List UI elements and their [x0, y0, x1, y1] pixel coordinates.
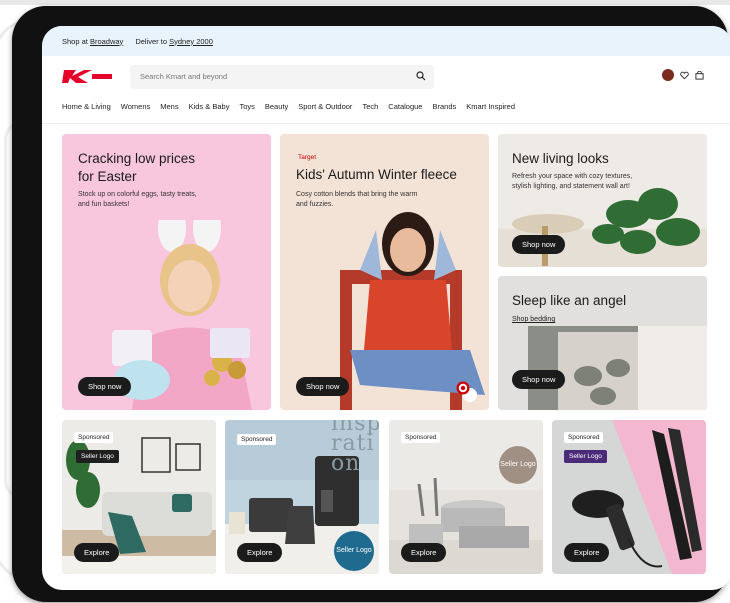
explore-button[interactable]: Explore: [401, 543, 447, 562]
nav-kmart-inspired[interactable]: Kmart Inspired: [466, 102, 515, 111]
nav-kids-baby[interactable]: Kids & Baby: [189, 102, 230, 111]
top-strip: [0, 0, 730, 5]
nav-womens[interactable]: Womens: [121, 102, 150, 111]
nav-tech[interactable]: Tech: [362, 102, 378, 111]
seller-logo[interactable]: Seller Logo: [499, 446, 537, 484]
seller-logo[interactable]: Seller Logo: [76, 450, 119, 463]
sleep-title: Sleep like an angel: [512, 293, 627, 308]
store-link[interactable]: Broadway: [90, 37, 123, 46]
bag-icon[interactable]: [695, 70, 704, 80]
deliver-to-label: Deliver to: [135, 36, 167, 46]
sponsored-card-cookware[interactable]: Sponsored Seller Logo Explore: [389, 420, 543, 574]
sponsored-card-hair-tools[interactable]: Sponsored Seller Logo Explore: [552, 420, 706, 574]
explore-button[interactable]: Explore: [564, 543, 610, 562]
sponsored-label: Sponsored: [74, 432, 114, 443]
tablet-frame: Shop at Broadway Deliver to Sydney 2000 …: [12, 6, 730, 602]
deliver-to[interactable]: Deliver to Sydney 2000: [135, 37, 213, 46]
shop-bedding-link[interactable]: Shop bedding: [512, 316, 555, 323]
target-brand-label: Target: [298, 154, 317, 161]
search-input[interactable]: Search Kmart and beyond: [130, 65, 434, 89]
sleep-shop-now-button[interactable]: Shop now: [512, 370, 566, 389]
nav-mens[interactable]: Mens: [160, 102, 178, 111]
account-avatar[interactable]: [662, 69, 674, 81]
easter-title: Cracking low prices for Easter: [78, 151, 196, 184]
easter-shop-now-button[interactable]: Shop now: [78, 377, 132, 396]
sponsored-card-living-room[interactable]: Sponsored Seller Logo Explore: [62, 420, 216, 574]
scene: Shop at Broadway Deliver to Sydney 2000 …: [0, 0, 730, 603]
category-nav: Home & Living Womens Mens Kids & Baby To…: [62, 102, 515, 111]
nav-home-living[interactable]: Home & Living: [62, 102, 111, 111]
fleece-description: Cosy cotton blends that bring the warm an…: [296, 191, 418, 208]
sleep-promo-card[interactable]: Sleep like an angel Shop bedding Shop no…: [498, 276, 707, 410]
living-shop-now-button[interactable]: Shop now: [512, 235, 566, 254]
seller-logo[interactable]: Seller Logo: [564, 450, 607, 463]
search-icon[interactable]: [416, 71, 426, 81]
tablet-screen: Shop at Broadway Deliver to Sydney 2000 …: [42, 26, 730, 590]
nav-catalogue[interactable]: Catalogue: [388, 102, 422, 111]
explore-button[interactable]: Explore: [237, 543, 283, 562]
target-bullseye-icon: [456, 381, 470, 395]
nav-sport-outdoor[interactable]: Sport & Outdoor: [298, 102, 352, 111]
nav-brands[interactable]: Brands: [432, 102, 456, 111]
header-icons: [662, 69, 704, 81]
sponsored-card-kitchen-appliances[interactable]: inspi rati on Sponsored Seller Logo Expl…: [225, 420, 379, 574]
nav-toys[interactable]: Toys: [239, 102, 254, 111]
nav-divider: [42, 123, 730, 124]
fleece-title: Kids' Autumn Winter fleece: [296, 167, 457, 182]
explore-button[interactable]: Explore: [74, 543, 120, 562]
fleece-shop-now-button[interactable]: Shop now: [296, 377, 350, 396]
living-promo-card[interactable]: New living looks Refresh your space with…: [498, 134, 707, 267]
site-header: Search Kmart and beyond: [42, 58, 730, 94]
nav-beauty[interactable]: Beauty: [265, 102, 288, 111]
utility-bar: Shop at Broadway Deliver to Sydney 2000: [42, 26, 730, 56]
fleece-promo-card[interactable]: Target Kids' Autumn Winter fleece Cosy c…: [280, 134, 489, 410]
shop-at-store[interactable]: Shop at Broadway: [62, 37, 123, 46]
easter-promo-card[interactable]: Cracking low prices for Easter Stock up o…: [62, 134, 271, 410]
easter-description: Stock up on colorful eggs, tasty treats,…: [78, 191, 197, 208]
sponsored-label: Sponsored: [401, 432, 441, 443]
sponsored-label: Sponsored: [237, 434, 277, 445]
suburb-link[interactable]: Sydney 2000: [169, 37, 213, 46]
kmart-logo[interactable]: [62, 68, 114, 84]
sponsored-label: Sponsored: [564, 432, 604, 443]
heart-icon[interactable]: [680, 71, 689, 80]
shop-at-label: Shop at: [62, 36, 88, 46]
search-placeholder: Search Kmart and beyond: [140, 72, 228, 81]
inspiration-overlay-text: inspi rati on: [331, 420, 379, 476]
seller-logo[interactable]: Seller Logo: [334, 531, 374, 571]
